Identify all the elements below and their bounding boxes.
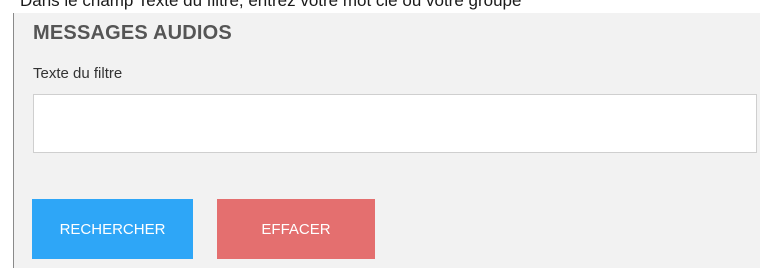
instruction-caption: Dans le champ Texte du filtre, entrez vo… <box>20 0 522 10</box>
audio-messages-filter-panel: MESSAGES AUDIOS Texte du filtre RECHERCH… <box>13 13 760 268</box>
clear-button[interactable]: EFFACER <box>217 199 375 259</box>
search-button[interactable]: RECHERCHER <box>32 199 193 259</box>
filter-text-input[interactable] <box>33 94 757 153</box>
filter-text-label: Texte du filtre <box>33 65 123 82</box>
panel-title: MESSAGES AUDIOS <box>33 22 232 44</box>
